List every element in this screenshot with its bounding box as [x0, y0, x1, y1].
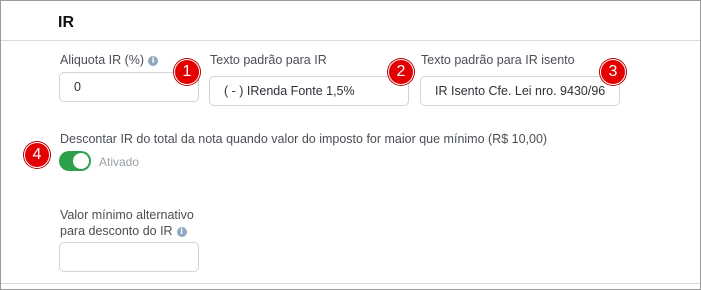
info-icon[interactable]: i — [148, 56, 159, 66]
valor-minimo-input[interactable] — [59, 242, 199, 272]
descontar-label: Descontar IR do total da nota quando val… — [60, 132, 548, 146]
section-title: IR — [58, 14, 74, 31]
valor-minimo-label-text: para desconto do IR — [60, 224, 173, 238]
toggle-status-label: Ativado — [99, 155, 140, 169]
texto-isento-label: Texto padrão para IR isento — [421, 53, 575, 67]
valor-minimo-label-line2: para desconto do IR i — [60, 224, 187, 238]
toggle-knob — [73, 153, 89, 169]
aliquota-label: Aliquota IR (%) i — [60, 53, 159, 67]
texto-isento-input[interactable]: IR Isento Cfe. Lei nro. 9430/96 — [420, 76, 620, 106]
header-divider — [1, 40, 700, 41]
callout-badge-1: 1 — [174, 59, 200, 85]
callout-badge-3: 3 — [600, 59, 626, 85]
callout-badge-4: 4 — [24, 142, 50, 168]
texto-padrao-input[interactable]: ( - ) IRenda Fonte 1,5% — [209, 76, 409, 106]
valor-minimo-label-line1: Valor mínimo alternativo — [60, 208, 194, 222]
info-icon[interactable]: i — [176, 227, 187, 237]
aliquota-label-text: Aliquota IR (%) — [60, 53, 145, 67]
texto-padrao-label: Texto padrão para IR — [210, 53, 327, 67]
bottom-divider — [1, 283, 700, 284]
callout-badge-2: 2 — [388, 59, 414, 85]
descontar-toggle[interactable] — [59, 151, 91, 171]
